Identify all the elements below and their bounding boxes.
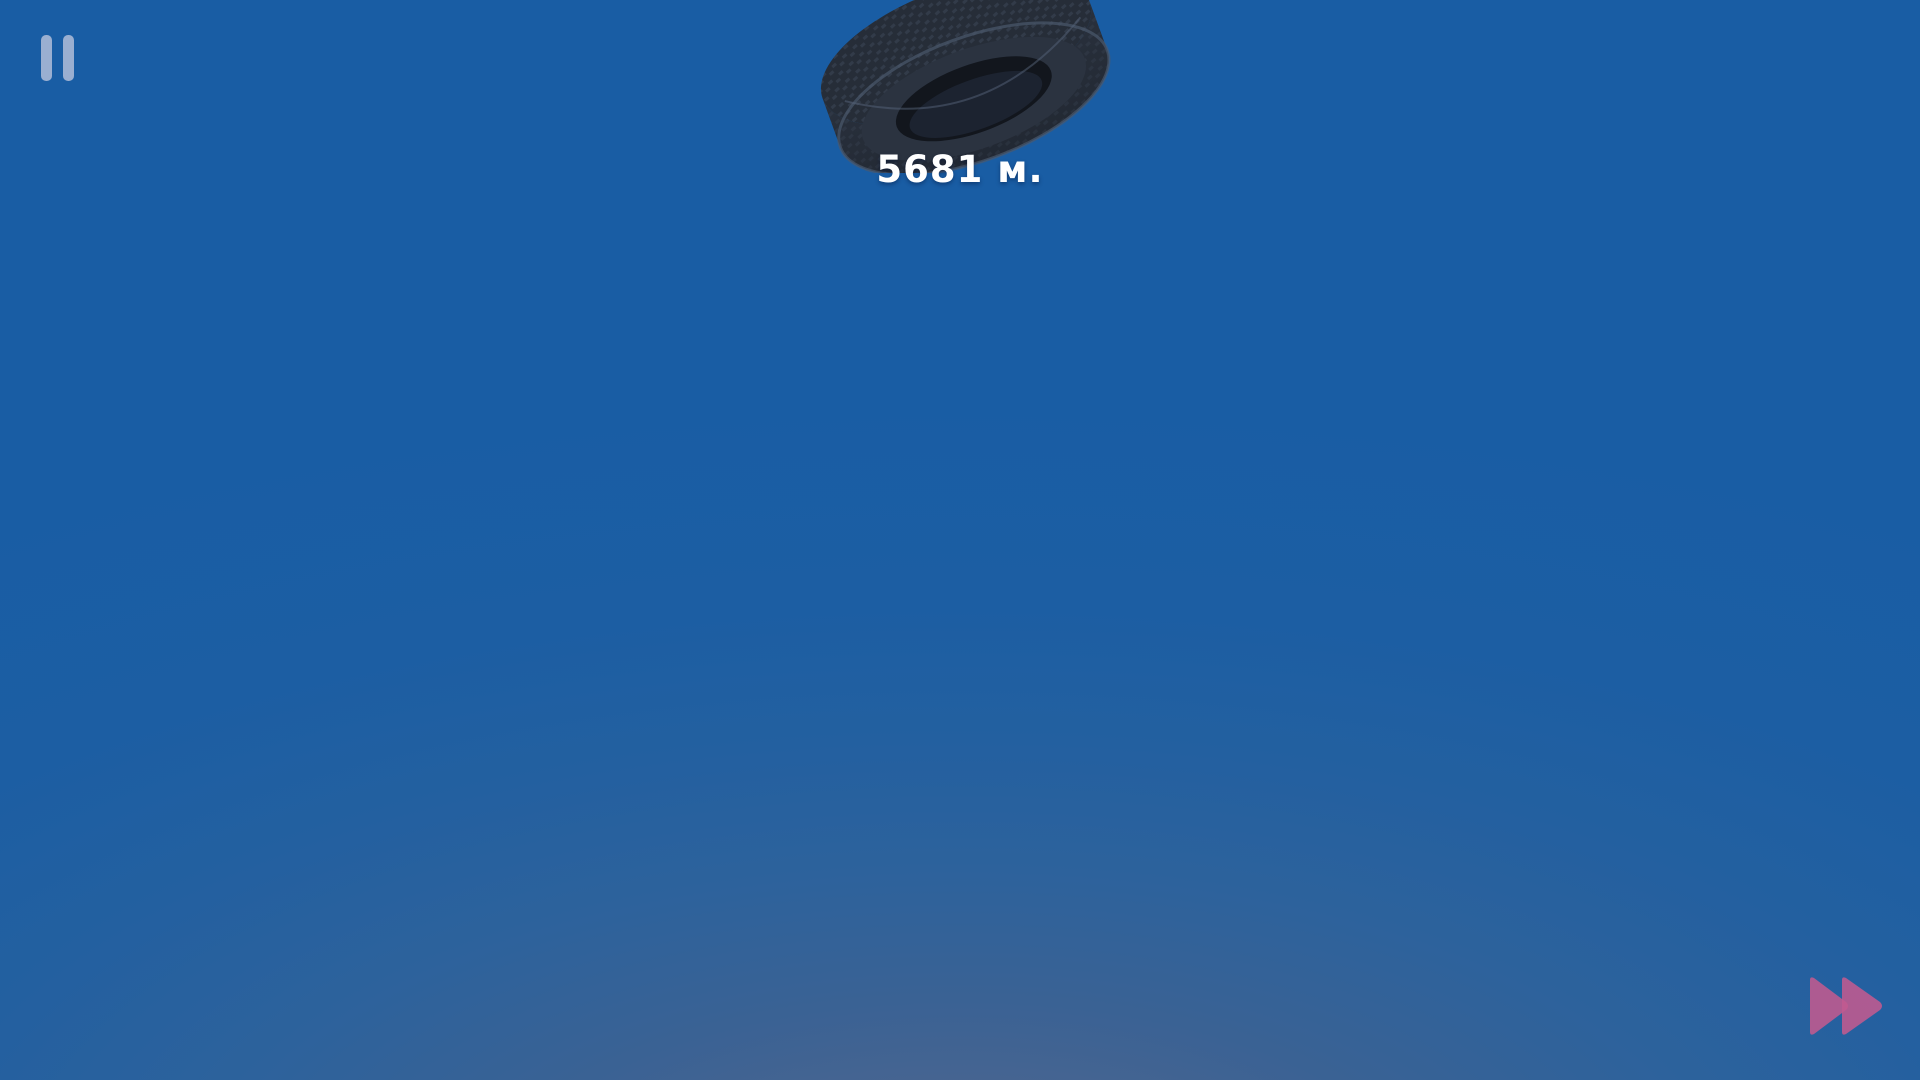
pause-button[interactable] bbox=[38, 35, 78, 81]
fast-forward-icon bbox=[1810, 977, 1882, 1035]
pause-icon-bar-right bbox=[63, 35, 74, 81]
distance-counter: 5681 м. bbox=[876, 148, 1044, 191]
game-scene: 5681 м. bbox=[0, 0, 1920, 1080]
fast-forward-button[interactable] bbox=[1808, 975, 1886, 1037]
pause-icon-bar-left bbox=[41, 35, 52, 81]
